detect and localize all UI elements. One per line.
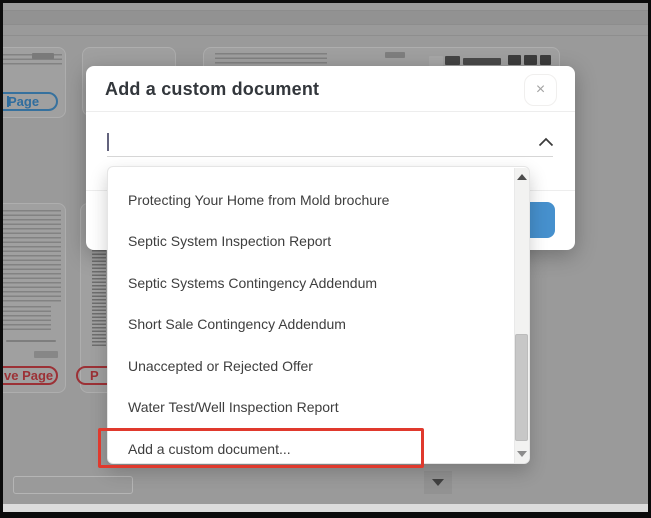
dropdown-listbox: Protecting Your Home from Mold brochure … — [107, 166, 530, 464]
partial-heading-text — [540, 55, 551, 65]
thumbnail-text-lines — [3, 306, 51, 332]
dropdown-item[interactable]: Unaccepted or Rejected Offer — [108, 345, 514, 387]
close-button[interactable]: × — [524, 74, 557, 106]
thumbnail-text-smudge — [32, 53, 54, 59]
thumbnail-text-lines — [92, 250, 106, 347]
second-pill-label: P — [90, 368, 99, 383]
screenshot-border-top — [0, 0, 651, 3]
page-pill-caret-mark — [7, 96, 9, 107]
screenshot: Page ve Page P Add a custom document × P… — [0, 0, 651, 518]
thumbnail-text-smudge — [429, 56, 443, 66]
close-icon: × — [535, 81, 546, 98]
dropdown-item[interactable]: Septic System Inspection Report — [108, 221, 514, 263]
screenshot-border-bottom — [0, 512, 651, 518]
remove-page-pill-button: ve Page — [0, 366, 58, 385]
highlight-annotation-box — [98, 428, 424, 468]
scroll-down-button[interactable] — [517, 451, 527, 457]
partial-heading-text — [445, 56, 460, 65]
chevron-up-icon[interactable] — [537, 135, 555, 154]
partial-heading-text — [463, 58, 501, 65]
scrollbar-thumb[interactable] — [515, 334, 528, 441]
partial-heading-text — [524, 55, 537, 65]
scroll-up-icon — [517, 174, 527, 180]
scroll-up-button[interactable] — [517, 174, 527, 180]
screenshot-border-left — [0, 0, 3, 518]
dropdown-item[interactable]: Protecting Your Home from Mold brochure — [108, 179, 514, 221]
partial-heading-text — [508, 55, 521, 65]
combobox-underline — [107, 156, 553, 157]
dropdown-item[interactable]: Septic Systems Contingency Addendum — [108, 262, 514, 304]
thumbnail-text-smudge — [34, 351, 58, 358]
remove-page-pill-label: ve Page — [4, 368, 54, 383]
thumbnail-text-smudge — [385, 52, 405, 58]
dropdown-arrow-icon — [432, 479, 444, 486]
dropdown-item[interactable]: Water Test/Well Inspection Report — [108, 387, 514, 429]
thumbnail-text-lines — [3, 210, 61, 302]
dropdown-items: Protecting Your Home from Mold brochure … — [108, 179, 514, 463]
thumbnail-signature-line — [6, 340, 56, 342]
scroll-down-icon — [517, 451, 527, 457]
dropdown-item[interactable]: Short Sale Contingency Addendum — [108, 304, 514, 346]
thumbnail-text-lines — [215, 53, 327, 66]
document-combobox-input[interactable] — [107, 128, 553, 156]
filename-input-outline — [13, 476, 133, 494]
toolbar-band-hairline — [3, 35, 648, 36]
modal-header-divider — [86, 111, 575, 112]
page-pill-label: Page — [8, 94, 40, 109]
toolbar-band — [3, 10, 648, 25]
collapse-arrow-button — [424, 471, 452, 494]
modal-title: Add a custom document — [105, 79, 320, 99]
